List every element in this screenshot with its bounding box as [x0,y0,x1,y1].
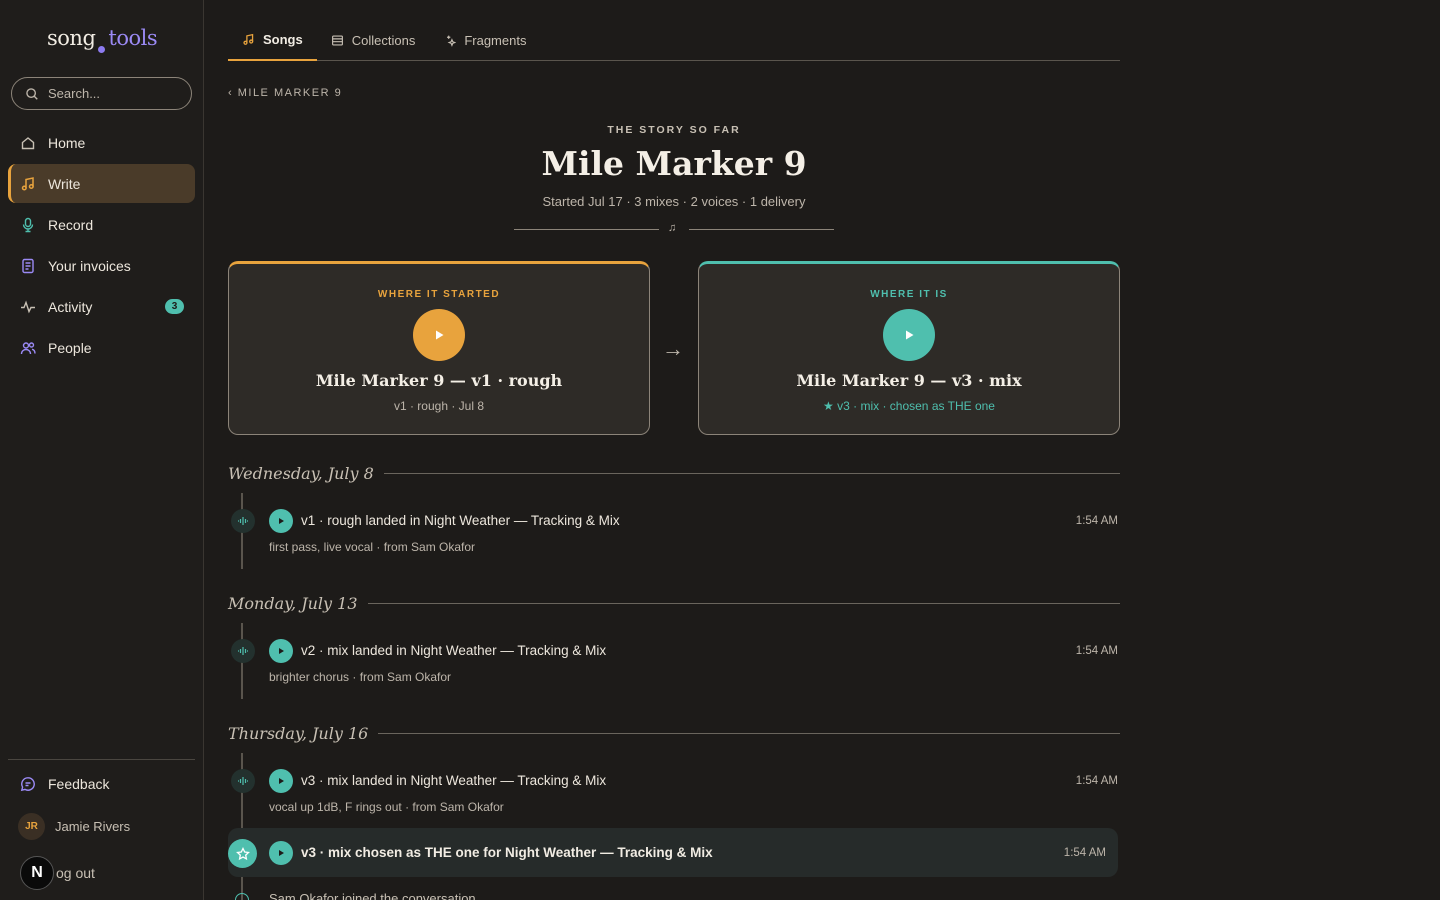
event-note: first pass, live vocal · from Sam Okafor [269,540,476,554]
card-song-name: Mile Marker 9 — v1 · rough [315,371,563,390]
play-button[interactable] [269,509,293,533]
play-button[interactable] [413,309,465,361]
tab-label: Fragments [464,32,527,48]
where-it-is-card: WHERE IT IS Mile Marker 9 — v3 · mix ★ v… [698,261,1120,435]
event-text: v3 · mix landed in Night Weather — Track… [301,773,607,788]
card-song-name: Mile Marker 9 — v3 · mix [796,371,1022,390]
event-time: 1:54 AM [1075,515,1118,527]
sidebar-item-record[interactable]: Record [8,205,195,244]
search-input[interactable] [48,86,178,101]
play-icon [436,330,444,340]
event-text: v3 · mix chosen as THE one for Night Wea… [301,845,713,860]
logo-dot [98,46,106,53]
song-meta: Started Jul 17 · 3 mixes · 2 voices · 1 … [542,194,806,209]
event-text: v2 · mix landed in Night Weather — Track… [301,643,607,658]
music-note-icon [21,176,34,191]
day-label: Thursday, July 16 [228,723,369,743]
play-button[interactable] [269,769,293,793]
invoice-icon [22,258,34,273]
event-time: 1:54 AM [1063,847,1106,859]
event-text: Sam Okafor joined the conversation [269,891,476,900]
sidebar-item-home[interactable]: Home [8,123,195,162]
event-time: 1:54 AM [1075,645,1118,657]
play-icon [279,518,284,524]
sidebar-divider [8,759,195,760]
tab-collections[interactable]: Collections [317,20,430,60]
card-label: WHERE IT STARTED [377,289,501,300]
page-kicker: THE STORY SO FAR [607,124,741,136]
feedback-button[interactable]: Feedback [20,776,109,792]
card-song-sub: ★ v3 · mix · chosen as THE one [823,399,995,413]
user-profile[interactable]: JR Jamie Rivers [18,813,130,840]
title-ornament: ♫ [514,222,834,236]
timeline-day-header: Monday, July 13 [228,593,1120,613]
sparkle-icon [447,35,457,47]
day-label: Monday, July 13 [228,593,358,613]
sidebar-item-label: Write [48,175,81,192]
microphone-icon [22,217,34,232]
play-icon [906,330,914,340]
sidebar-item-write[interactable]: Write [8,164,195,203]
search-icon [26,87,38,100]
sidebar-item-label: Your invoices [48,257,131,274]
sidebar-item-invoices[interactable]: Your invoices [8,246,195,285]
waveform-icon [231,639,255,663]
event-time: 1:54 AM [1075,775,1118,787]
activity-count-badge: 3 [165,299,184,314]
feedback-label: Feedback [48,776,110,792]
tab-songs[interactable]: Songs [228,20,317,61]
sidebar-item-label: People [48,339,92,356]
n-badge-icon[interactable]: N [20,856,54,890]
chosen-event-highlight: v3 · mix chosen as THE one for Night Wea… [228,828,1118,877]
sidebar-item-label: Home [48,134,86,151]
waveform-icon [231,769,255,793]
sidebar-item-label: Record [48,216,94,233]
sidebar-nav: Home Write Record Your invoices Activity… [8,123,195,369]
music-note-icon [243,33,254,45]
sidebar-item-activity[interactable]: Activity 3 [8,287,195,326]
event-note: vocal up 1dB, F rings out · from Sam Oka… [269,800,504,814]
card-song-sub: v1 · rough · Jul 8 [393,399,485,413]
music-note-ornament-icon: ♫ [668,222,677,234]
logout-button[interactable]: N og out [20,856,95,890]
play-icon [279,778,284,784]
event-note: brighter chorus · from Sam Okafor [269,670,452,684]
tab-label: Collections [351,32,416,48]
play-button[interactable] [269,639,293,663]
page-title: Mile Marker 9 [541,144,807,183]
chat-bubble-icon [20,777,35,792]
event-text: v1 · rough landed in Night Weather — Tra… [301,513,620,528]
logout-label: og out [56,865,95,881]
waveform-icon [231,509,255,533]
search-box[interactable] [11,77,192,110]
sidebar: songtools Home Write Record Your invoice… [0,0,204,900]
breadcrumb[interactable]: ‹ MILE MARKER 9 [228,87,342,99]
user-name: Jamie Rivers [55,819,131,834]
day-label: Wednesday, July 8 [228,463,374,483]
sidebar-item-label: Activity [48,298,93,315]
app-logo[interactable]: song tools [47,26,158,53]
sidebar-item-people[interactable]: People [8,328,195,367]
star-icon [228,839,257,868]
avatar: JR [18,813,45,840]
collection-icon [331,34,343,46]
content-tabs: Songs Collections Fragments [228,20,1120,61]
play-button[interactable] [269,841,293,865]
where-it-started-card: WHERE IT STARTED Mile Marker 9 — v1 · ro… [228,261,650,435]
play-icon [279,850,284,856]
timeline-day-header: Thursday, July 16 [228,723,1120,743]
timeline-day-header: Wednesday, July 8 [228,463,1120,483]
home-icon [21,136,35,149]
card-label: WHERE IT IS [870,289,948,300]
play-button[interactable] [883,309,935,361]
people-icon [20,341,36,354]
tab-fragments[interactable]: Fragments [429,20,540,60]
play-icon [279,648,284,654]
activity-icon [21,299,35,313]
tab-label: Songs [263,32,303,47]
join-icon [235,893,249,900]
right-arrow-icon: → [662,336,684,361]
